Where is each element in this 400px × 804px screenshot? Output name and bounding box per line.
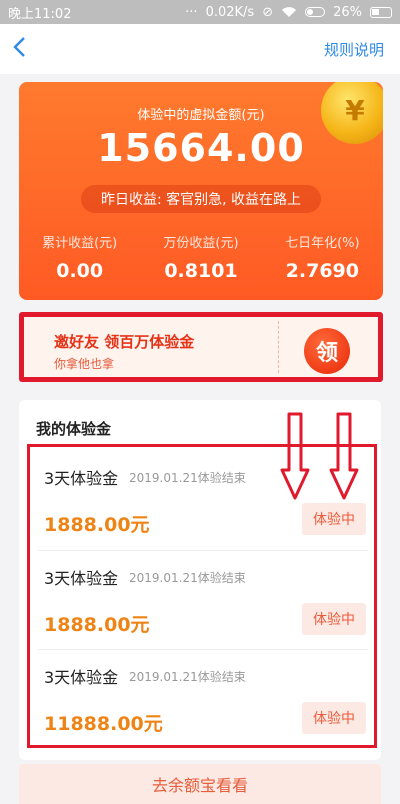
mute-icon: ⊘ [262, 4, 274, 20]
stat-label: 七日年化(%) [285, 236, 360, 251]
stat-label: 累计收益(元) [42, 236, 118, 251]
funds-list: 3天体验金 2019.01.21体验结束 1888.00元 体验中 3天体验金 … [27, 444, 377, 748]
item-amount: 1888.00元 [44, 514, 150, 536]
divider [278, 321, 279, 373]
arrow-down-icon [280, 412, 310, 500]
item-end-date: 2019.01.21体验结束 [129, 571, 246, 585]
list-item[interactable]: 3天体验金 2019.01.21体验结束 11888.00元 体验中 [38, 650, 368, 748]
status-time: 晚上11:02 [8, 6, 72, 22]
dots-icon: ··· [185, 4, 198, 20]
item-name: 3天体验金 [44, 469, 119, 488]
list-item[interactable]: 3天体验金 2019.01.21体验结束 1888.00元 体验中 [38, 551, 368, 649]
stat-value: 0.8101 [164, 260, 238, 282]
stat-value: 2.7690 [285, 260, 359, 282]
list-item[interactable]: 3天体验金 2019.01.21体验结束 1888.00元 体验中 [38, 451, 368, 549]
status-bar: 晚上11:02 ··· 0.02K/s ⊘ 26% [0, 0, 400, 24]
item-end-date: 2019.01.21体验结束 [129, 670, 246, 684]
item-name: 3天体验金 [44, 668, 119, 687]
invite-banner[interactable]: 邀好友 领百万体验金 你拿他也拿 领 [19, 312, 383, 382]
my-funds-panel: 我的体验金 3天体验金 2019.01.21体验结束 1888.00元 体验中 … [19, 400, 381, 760]
item-amount: 11888.00元 [44, 713, 163, 735]
status-badge: 体验中 [302, 603, 366, 635]
status-icons: ··· 0.02K/s ⊘ 26% [185, 5, 392, 20]
stats-row: 累计收益(元) 0.00 万份收益(元) 0.8101 七日年化(%) 2.76… [19, 232, 383, 282]
invite-subtitle: 你拿他也拿 [54, 357, 115, 371]
battery-icon [370, 6, 392, 18]
battery-percent: 26% [333, 4, 362, 20]
yesterday-earnings: 昨日收益: 客官别急, 收益在路上 [81, 185, 321, 213]
chevron-left-icon[interactable] [12, 35, 26, 63]
go-to-yuebao-button[interactable]: 去余额宝看看 [19, 764, 381, 804]
panel-title: 我的体验金 [36, 420, 112, 438]
stat-label: 万份收益(元) [163, 236, 239, 251]
wifi-icon [282, 7, 297, 17]
item-end-date: 2019.01.21体验结束 [129, 471, 246, 485]
toggle-icon [305, 7, 326, 17]
network-speed: 0.02K/s [205, 4, 255, 20]
item-name: 3天体验金 [44, 569, 119, 588]
invite-title: 邀好友 领百万体验金 [54, 333, 195, 351]
rules-link[interactable]: 规则说明 [324, 39, 384, 60]
nav-bar: 规则说明 [0, 24, 400, 74]
status-badge: 体验中 [302, 503, 366, 535]
stat-per-10k-earnings: 万份收益(元) 0.8101 [140, 232, 261, 282]
stat-total-earnings: 累计收益(元) 0.00 [19, 232, 140, 282]
summary-card: ¥ 体验中的虚拟金额(元) 15664.00 昨日收益: 客官别急, 收益在路上… [19, 82, 383, 300]
arrow-down-icon [329, 412, 359, 500]
item-amount: 1888.00元 [44, 614, 150, 636]
status-badge: 体验中 [302, 702, 366, 734]
summary-label: 体验中的虚拟金额(元) [137, 108, 265, 123]
stat-seven-day-yield: 七日年化(%) 2.7690 [262, 232, 383, 282]
summary-amount: 15664.00 [97, 126, 305, 170]
claim-button[interactable]: 领 [304, 328, 350, 374]
stat-value: 0.00 [56, 260, 104, 282]
